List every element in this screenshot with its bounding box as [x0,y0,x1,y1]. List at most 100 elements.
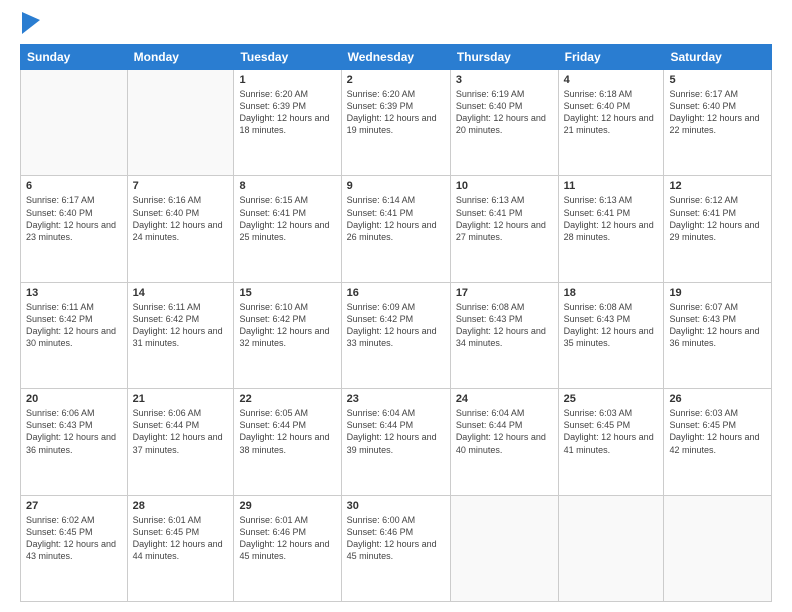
calendar-cell: 30 Sunrise: 6:00 AM Sunset: 6:46 PM Dayli… [341,495,450,601]
logo [20,16,40,34]
day-info: Sunrise: 6:13 AM Sunset: 6:41 PM Dayligh… [456,194,553,243]
day-info: Sunrise: 6:10 AM Sunset: 6:42 PM Dayligh… [239,301,335,350]
day-number: 14 [133,287,229,299]
day-number: 13 [26,287,122,299]
day-info: Sunrise: 6:01 AM Sunset: 6:46 PM Dayligh… [239,514,335,563]
calendar-cell: 2 Sunrise: 6:20 AM Sunset: 6:39 PM Daylig… [341,70,450,176]
calendar-cell: 24 Sunrise: 6:04 AM Sunset: 6:44 PM Dayli… [450,389,558,495]
calendar-cell [127,70,234,176]
day-number: 22 [239,393,335,405]
day-info: Sunrise: 6:17 AM Sunset: 6:40 PM Dayligh… [26,194,122,243]
weekday-header-friday: Friday [558,45,664,70]
calendar-cell [450,495,558,601]
day-info: Sunrise: 6:18 AM Sunset: 6:40 PM Dayligh… [564,88,659,137]
day-info: Sunrise: 6:02 AM Sunset: 6:45 PM Dayligh… [26,514,122,563]
day-number: 20 [26,393,122,405]
calendar-week-3: 20 Sunrise: 6:06 AM Sunset: 6:43 PM Dayli… [21,389,772,495]
day-info: Sunrise: 6:14 AM Sunset: 6:41 PM Dayligh… [347,194,445,243]
calendar-cell: 10 Sunrise: 6:13 AM Sunset: 6:41 PM Dayli… [450,176,558,282]
day-info: Sunrise: 6:06 AM Sunset: 6:43 PM Dayligh… [26,407,122,456]
day-number: 8 [239,180,335,192]
calendar-cell: 17 Sunrise: 6:08 AM Sunset: 6:43 PM Dayli… [450,282,558,388]
calendar-cell: 18 Sunrise: 6:08 AM Sunset: 6:43 PM Dayli… [558,282,664,388]
calendar-cell: 20 Sunrise: 6:06 AM Sunset: 6:43 PM Dayli… [21,389,128,495]
calendar-cell: 4Sunrise: 6:18 AM Sunset: 6:40 PM Daylig… [558,70,664,176]
calendar-cell: 25 Sunrise: 6:03 AM Sunset: 6:45 PM Dayli… [558,389,664,495]
calendar-cell: 5 Sunrise: 6:17 AM Sunset: 6:40 PM Daylig… [664,70,772,176]
day-number: 26 [669,393,766,405]
day-number: 12 [669,180,766,192]
day-number: 2 [347,74,445,86]
calendar-cell: 22Sunrise: 6:05 AM Sunset: 6:44 PM Dayli… [234,389,341,495]
calendar-header-row: SundayMondayTuesdayWednesdayThursdayFrid… [21,45,772,70]
day-info: Sunrise: 6:09 AM Sunset: 6:42 PM Dayligh… [347,301,445,350]
calendar-cell: 13 Sunrise: 6:11 AM Sunset: 6:42 PM Dayli… [21,282,128,388]
calendar-week-4: 27Sunrise: 6:02 AM Sunset: 6:45 PM Dayli… [21,495,772,601]
day-number: 10 [456,180,553,192]
calendar-cell [558,495,664,601]
day-number: 19 [669,287,766,299]
calendar-cell: 16Sunrise: 6:09 AM Sunset: 6:42 PM Dayli… [341,282,450,388]
weekday-header-tuesday: Tuesday [234,45,341,70]
day-info: Sunrise: 6:15 AM Sunset: 6:41 PM Dayligh… [239,194,335,243]
calendar-cell: 26Sunrise: 6:03 AM Sunset: 6:45 PM Dayli… [664,389,772,495]
day-number: 17 [456,287,553,299]
calendar-cell: 9Sunrise: 6:14 AM Sunset: 6:41 PM Daylig… [341,176,450,282]
day-number: 28 [133,500,229,512]
calendar-cell: 6 Sunrise: 6:17 AM Sunset: 6:40 PM Daylig… [21,176,128,282]
calendar-cell: 7 Sunrise: 6:16 AM Sunset: 6:40 PM Daylig… [127,176,234,282]
calendar-cell: 23Sunrise: 6:04 AM Sunset: 6:44 PM Dayli… [341,389,450,495]
day-info: Sunrise: 6:00 AM Sunset: 6:46 PM Dayligh… [347,514,445,563]
day-number: 3 [456,74,553,86]
weekday-header-monday: Monday [127,45,234,70]
calendar-cell: 21 Sunrise: 6:06 AM Sunset: 6:44 PM Dayli… [127,389,234,495]
calendar-cell [664,495,772,601]
weekday-header-sunday: Sunday [21,45,128,70]
calendar-cell [21,70,128,176]
calendar-cell: 11 Sunrise: 6:13 AM Sunset: 6:41 PM Dayli… [558,176,664,282]
calendar-cell: 15 Sunrise: 6:10 AM Sunset: 6:42 PM Dayli… [234,282,341,388]
day-number: 7 [133,180,229,192]
calendar-cell: 8 Sunrise: 6:15 AM Sunset: 6:41 PM Daylig… [234,176,341,282]
day-info: Sunrise: 6:08 AM Sunset: 6:43 PM Dayligh… [456,301,553,350]
calendar-cell: 27Sunrise: 6:02 AM Sunset: 6:45 PM Dayli… [21,495,128,601]
calendar-cell: 1 Sunrise: 6:20 AM Sunset: 6:39 PM Daylig… [234,70,341,176]
calendar-cell: 28 Sunrise: 6:01 AM Sunset: 6:45 PM Dayli… [127,495,234,601]
day-info: Sunrise: 6:17 AM Sunset: 6:40 PM Dayligh… [669,88,766,137]
day-number: 6 [26,180,122,192]
day-info: Sunrise: 6:19 AM Sunset: 6:40 PM Dayligh… [456,88,553,137]
logo-icon [22,12,40,34]
calendar-week-1: 6 Sunrise: 6:17 AM Sunset: 6:40 PM Daylig… [21,176,772,282]
day-number: 21 [133,393,229,405]
day-info: Sunrise: 6:16 AM Sunset: 6:40 PM Dayligh… [133,194,229,243]
day-info: Sunrise: 6:08 AM Sunset: 6:43 PM Dayligh… [564,301,659,350]
calendar-cell: 14Sunrise: 6:11 AM Sunset: 6:42 PM Dayli… [127,282,234,388]
day-info: Sunrise: 6:07 AM Sunset: 6:43 PM Dayligh… [669,301,766,350]
day-info: Sunrise: 6:06 AM Sunset: 6:44 PM Dayligh… [133,407,229,456]
calendar-week-2: 13 Sunrise: 6:11 AM Sunset: 6:42 PM Dayli… [21,282,772,388]
day-number: 1 [239,74,335,86]
calendar-cell: 19 Sunrise: 6:07 AM Sunset: 6:43 PM Dayli… [664,282,772,388]
calendar-cell: 3 Sunrise: 6:19 AM Sunset: 6:40 PM Daylig… [450,70,558,176]
day-number: 24 [456,393,553,405]
weekday-header-wednesday: Wednesday [341,45,450,70]
day-number: 25 [564,393,659,405]
day-info: Sunrise: 6:01 AM Sunset: 6:45 PM Dayligh… [133,514,229,563]
day-info: Sunrise: 6:04 AM Sunset: 6:44 PM Dayligh… [456,407,553,456]
day-info: Sunrise: 6:12 AM Sunset: 6:41 PM Dayligh… [669,194,766,243]
day-info: Sunrise: 6:20 AM Sunset: 6:39 PM Dayligh… [239,88,335,137]
calendar-table: SundayMondayTuesdayWednesdayThursdayFrid… [20,44,772,602]
day-info: Sunrise: 6:11 AM Sunset: 6:42 PM Dayligh… [26,301,122,350]
day-number: 30 [347,500,445,512]
calendar-week-0: 1 Sunrise: 6:20 AM Sunset: 6:39 PM Daylig… [21,70,772,176]
calendar-cell: 12 Sunrise: 6:12 AM Sunset: 6:41 PM Dayli… [664,176,772,282]
day-info: Sunrise: 6:13 AM Sunset: 6:41 PM Dayligh… [564,194,659,243]
weekday-header-saturday: Saturday [664,45,772,70]
day-info: Sunrise: 6:20 AM Sunset: 6:39 PM Dayligh… [347,88,445,137]
day-info: Sunrise: 6:03 AM Sunset: 6:45 PM Dayligh… [564,407,659,456]
day-number: 11 [564,180,659,192]
day-number: 15 [239,287,335,299]
day-number: 5 [669,74,766,86]
day-number: 18 [564,287,659,299]
day-info: Sunrise: 6:04 AM Sunset: 6:44 PM Dayligh… [347,407,445,456]
